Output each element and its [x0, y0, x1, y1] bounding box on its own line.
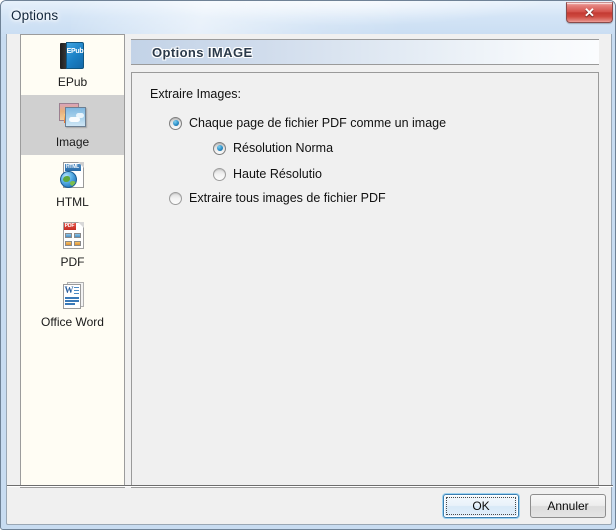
radio-label: Chaque page de fichier PDF comme un imag… [189, 116, 447, 130]
panel-title: Options IMAGE [152, 45, 253, 60]
radio-label: Haute Résolutio [233, 167, 322, 181]
photos-icon [56, 99, 90, 133]
epub-book-icon: EPub [56, 39, 90, 73]
cancel-button[interactable]: Annuler [530, 494, 606, 518]
panel-header: Options IMAGE [131, 39, 599, 65]
sidebar-item-html[interactable]: HTML HTML [21, 155, 124, 215]
sidebar-item-label: HTML [56, 195, 89, 209]
panel-body: Extraire Images: Chaque page de fichier … [131, 72, 599, 488]
word-file-icon: W [56, 279, 90, 313]
sidebar-item-label: EPub [57, 75, 88, 89]
sidebar-item-label: Office Word [41, 315, 104, 329]
window-title: Options [11, 8, 59, 23]
cancel-button-label: Annuler [547, 499, 589, 513]
radio-extract-all-images[interactable]: Extraire tous images de fichier PDF [169, 191, 386, 205]
pdf-file-icon: PDF [56, 219, 90, 253]
sidebar-item-image[interactable]: Image [21, 95, 124, 155]
radio-indicator [213, 141, 226, 155]
category-list[interactable]: EPub EPub Image HTML HTML PDF PDF W Offi… [20, 34, 125, 488]
title-bar[interactable]: Options ✕ [1, 1, 615, 34]
radio-indicator [169, 116, 182, 130]
radio-each-page-as-image[interactable]: Chaque page de fichier PDF comme un imag… [169, 116, 446, 130]
footer-separator [7, 485, 613, 487]
options-panel: Options IMAGE Extraire Images: Chaque pa… [131, 34, 599, 488]
close-button[interactable]: ✕ [566, 2, 613, 23]
sidebar-item-label: Image [55, 135, 90, 149]
radio-high-resolution[interactable]: Haute Résolutio [213, 167, 322, 181]
radio-normal-resolution[interactable]: Résolution Norma [213, 141, 333, 155]
radio-label: Résolution Norma [233, 141, 334, 155]
html-globe-icon: HTML [56, 159, 90, 193]
options-dialog-window: Options ✕ EPub EPub Image HTML HTML PDF … [0, 0, 616, 530]
radio-indicator [213, 167, 226, 181]
ok-button-label: OK [472, 499, 490, 513]
sidebar-item-label: PDF [60, 255, 85, 269]
radio-indicator [169, 191, 182, 205]
radio-label: Extraire tous images de fichier PDF [189, 191, 386, 205]
sidebar-item-office-word[interactable]: W Office Word [21, 275, 124, 335]
close-icon: ✕ [584, 5, 595, 20]
sidebar-item-epub[interactable]: EPub EPub [21, 35, 124, 95]
extract-images-label: Extraire Images: [150, 87, 242, 101]
dialog-footer: OK Annuler [7, 488, 613, 525]
dialog-client-area: EPub EPub Image HTML HTML PDF PDF W Offi… [6, 34, 613, 525]
ok-button[interactable]: OK [443, 494, 519, 518]
sidebar-item-pdf[interactable]: PDF PDF [21, 215, 124, 275]
